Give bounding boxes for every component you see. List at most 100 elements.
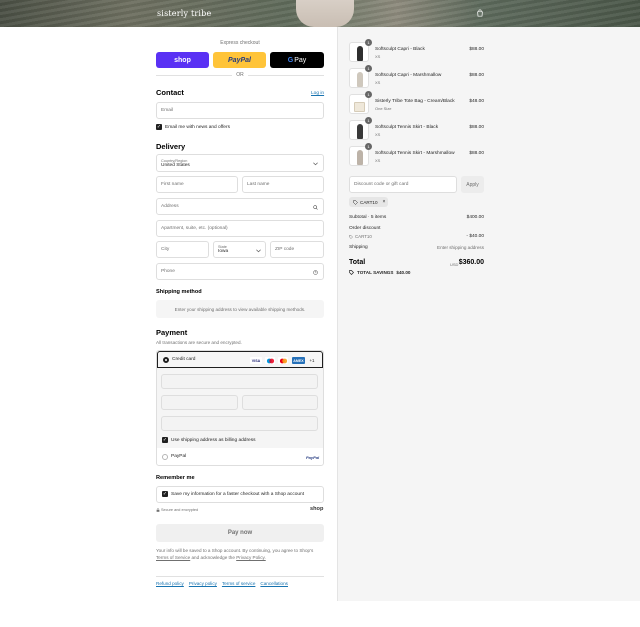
phone-placeholder: Phone [161, 269, 175, 274]
expiry-field[interactable] [161, 395, 238, 410]
phone-field[interactable]: Phone [156, 263, 324, 280]
credit-card-radio[interactable] [163, 357, 169, 363]
discount-value: - $40.00 [466, 234, 484, 239]
login-link[interactable]: Log in [311, 91, 324, 96]
order-summary-panel [337, 27, 640, 601]
country-label: Country/Region [161, 158, 188, 163]
remember-me-heading: Remember me [156, 475, 195, 481]
discount-code-text: CART10 [355, 234, 372, 239]
shop-logo: shop [310, 506, 324, 512]
tag-icon [353, 199, 358, 205]
lock-icon [156, 508, 160, 512]
last-name-placeholder: Last name [247, 182, 270, 187]
item-variant: One Size [375, 106, 392, 111]
subtotal-label: Subtotal · 5 items [349, 215, 387, 220]
email-field[interactable]: Email [156, 102, 324, 119]
discount-code-field[interactable]: Discount code or gift card [349, 176, 457, 193]
discount-code-row: CART10 [349, 234, 372, 239]
brand-logo[interactable]: sisterly tribe [157, 9, 211, 18]
refund-policy-link[interactable]: Refund policy [156, 581, 184, 586]
item-name: Softsculpt Tennis Skirt - Marshmallow [375, 151, 455, 156]
remove-discount-icon[interactable]: × [383, 199, 386, 205]
terms-link[interactable]: Terms of Service [156, 555, 190, 560]
last-name-field[interactable]: Last name [242, 176, 324, 193]
item-price: $88.00 [469, 73, 484, 78]
item-variant: XS [375, 132, 381, 137]
city-placeholder: City [161, 247, 170, 252]
card-name-field[interactable] [161, 416, 318, 431]
help-icon[interactable] [313, 270, 318, 275]
product-image [357, 124, 363, 139]
country-select[interactable]: Country/Region United States [156, 154, 324, 172]
discount-placeholder: Discount code or gift card [354, 182, 409, 187]
quantity-badge: 1 [365, 117, 372, 124]
product-image [357, 46, 363, 61]
legal-text: Your info will be saved to a Shop accoun… [156, 547, 326, 561]
first-name-placeholder: First name [161, 182, 184, 187]
city-field[interactable]: City [156, 241, 209, 258]
maestro-icon [265, 357, 275, 364]
pay-now-button[interactable]: Pay now [156, 524, 324, 542]
email-placeholder: Email [161, 108, 173, 113]
payment-methods: Credit card VISA AMEX +1 ✓ Use shipping … [156, 350, 324, 466]
credit-card-label: Credit card [172, 357, 196, 362]
paypal-button[interactable]: PayPal [213, 52, 266, 68]
mastercard-icon [278, 357, 288, 364]
apartment-field[interactable]: Apartment, suite, etc. (optional) [156, 220, 324, 237]
paypal-radio[interactable] [162, 454, 168, 460]
total-savings-value: $40.00 [396, 270, 411, 275]
express-checkout-label: Express checkout [220, 40, 260, 46]
shop-pay-button[interactable]: shop [156, 52, 209, 68]
shipping-label: Shipping [349, 245, 368, 250]
security-code-field[interactable] [242, 395, 318, 410]
google-pay-button[interactable]: G Pay [270, 52, 324, 68]
billing-checkbox-label: Use shipping address as billing address [171, 438, 256, 443]
payment-heading: Payment [156, 328, 188, 337]
payment-subtitle: All transactions are secure and encrypte… [156, 340, 242, 345]
more-cards-badge: +1 [309, 358, 315, 363]
address-placeholder: Address [161, 204, 179, 209]
item-price: $88.00 [469, 125, 484, 130]
legal-line: Your info will be saved to a Shop accoun… [156, 548, 314, 553]
paypal-logo: PayPal [306, 455, 320, 460]
order-discount-label: Order discount [349, 226, 381, 231]
terms-of-service-link[interactable]: Terms of service [222, 581, 255, 586]
first-name-field[interactable]: First name [156, 176, 238, 193]
cancellations-link[interactable]: Cancellations [260, 581, 288, 586]
item-name: Softsculpt Tennis Skirt - Black [375, 125, 439, 130]
total-label: Total [349, 259, 366, 266]
card-number-field[interactable] [161, 374, 318, 389]
total-value: $360.00 [458, 259, 484, 266]
news-checkbox-label: Email me with news and offers [165, 125, 230, 130]
or-label: OR [232, 72, 248, 78]
credit-card-option[interactable]: Credit card VISA AMEX +1 [157, 351, 323, 368]
apartment-placeholder: Apartment, suite, etc. (optional) [161, 226, 228, 231]
item-variant: XS [375, 158, 381, 163]
item-variant: XS [375, 54, 381, 59]
header-banner: sisterly tribe [0, 0, 640, 27]
item-name: Softsculpt Capri - Black [375, 47, 425, 52]
save-info-checkbox[interactable]: ✓ [162, 491, 168, 497]
shopping-bag-icon[interactable] [476, 9, 484, 17]
billing-checkbox[interactable]: ✓ [162, 437, 168, 443]
news-checkbox[interactable]: ✓ [156, 124, 162, 130]
google-pay-label: Pay [294, 56, 307, 64]
tote-bag-image [354, 102, 365, 112]
apply-button[interactable]: Apply [461, 176, 484, 193]
state-select[interactable]: State Iowa [213, 241, 266, 258]
discount-chip-code: CART10 [360, 199, 378, 205]
google-g-icon: G [287, 56, 294, 64]
zip-placeholder: ZIP code [275, 247, 295, 252]
shipping-value: Enter shipping address [437, 245, 484, 250]
zip-field[interactable]: ZIP code [270, 241, 324, 258]
subtotal-value: $400.00 [466, 215, 484, 220]
legal-middle: and acknowledge the [191, 555, 235, 561]
privacy-link[interactable]: Privacy Policy. [236, 555, 266, 560]
paypal-option-label[interactable]: PayPal [171, 454, 186, 459]
card-fields: ✓ Use shipping address as billing addres… [157, 368, 323, 448]
item-name: Sisterly Tribe Tote Bag - Cream/Black [375, 99, 455, 104]
state-value: Iowa [218, 249, 229, 254]
address-field[interactable]: Address [156, 198, 324, 215]
privacy-policy-link[interactable]: Privacy policy [189, 581, 217, 586]
banner-figure [296, 0, 354, 27]
